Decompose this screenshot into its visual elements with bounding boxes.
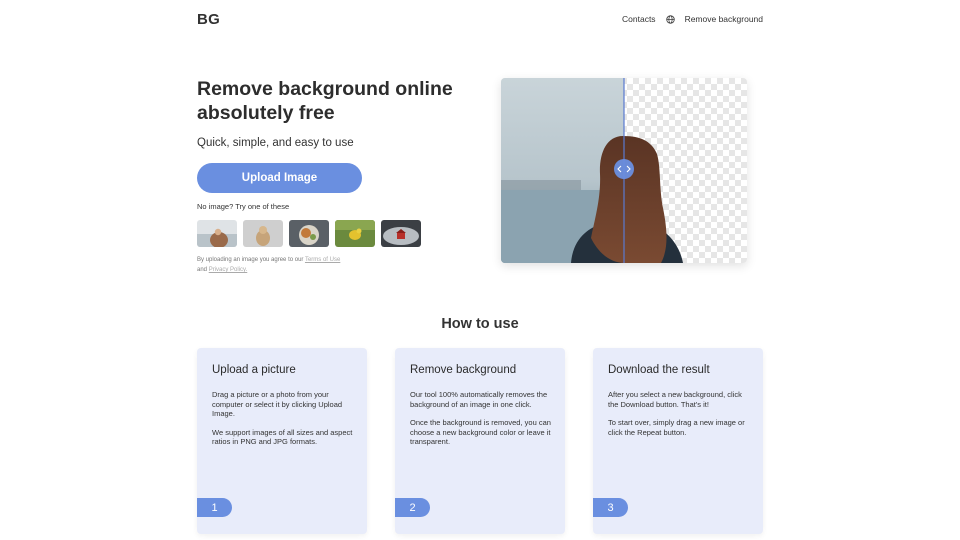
sample-image-food[interactable] <box>289 220 329 247</box>
card-body: Drag a picture or a photo from your comp… <box>212 390 357 447</box>
card-paragraph: We support images of all sizes and aspec… <box>212 427 353 447</box>
sample-images <box>197 220 421 247</box>
card-body: Our tool 100% automatically removes the … <box>410 390 555 447</box>
top-nav: BG Contacts Remove background <box>197 8 763 30</box>
sample-prompt: No image? Try one of these <box>197 202 290 211</box>
terms-of-use-link[interactable]: Terms of Use <box>305 257 340 263</box>
hero-title: Remove background online absolutely free <box>197 78 453 124</box>
step-card-upload: Upload a picture Drag a picture or a pho… <box>197 348 367 534</box>
globe-icon[interactable] <box>665 14 675 24</box>
step-card-remove: Remove background Our tool 100% automati… <box>395 348 565 534</box>
step-number-badge: 1 <box>197 498 232 517</box>
card-body: After you select a new background, click… <box>608 390 753 437</box>
upload-image-button[interactable]: Upload Image <box>197 163 362 193</box>
card-paragraph: Drag a picture or a photo from your comp… <box>212 390 343 419</box>
logo[interactable]: BG <box>197 11 220 28</box>
card-paragraph: To start over, simply drag a new image o… <box>608 418 745 437</box>
sample-image-woman-lake[interactable] <box>197 220 237 247</box>
step-card-download: Download the result After you select a n… <box>593 348 763 534</box>
how-to-use-title: How to use <box>441 316 519 332</box>
card-title: Remove background <box>410 364 517 376</box>
terms-prefix: By uploading an image you agree to our <box>197 257 304 263</box>
card-paragraph: After you select a new background, click… <box>608 390 742 409</box>
sample-image-dog[interactable] <box>243 220 283 247</box>
terms-notice: By uploading an image you agree to our T… <box>197 255 367 275</box>
card-title: Upload a picture <box>212 364 296 376</box>
step-number-badge: 3 <box>593 498 628 517</box>
remove-background-link[interactable]: Remove background <box>685 14 763 24</box>
before-after-comparison[interactable] <box>501 78 747 263</box>
card-paragraph: Our tool 100% automatically removes the … <box>410 390 548 409</box>
card-title: Download the result <box>608 364 710 376</box>
step-number-badge: 2 <box>395 498 430 517</box>
terms-and: and <box>197 267 208 273</box>
contacts-link[interactable]: Contacts <box>622 14 656 24</box>
sample-image-bird[interactable] <box>335 220 375 247</box>
hero-subtitle: Quick, simple, and easy to use <box>197 137 354 149</box>
card-paragraph: Once the background is removed, you can … <box>410 418 551 447</box>
nav-links: Contacts Remove background <box>622 14 763 24</box>
privacy-policy-link[interactable]: Privacy Policy. <box>209 267 248 273</box>
sample-image-house[interactable] <box>381 220 421 247</box>
